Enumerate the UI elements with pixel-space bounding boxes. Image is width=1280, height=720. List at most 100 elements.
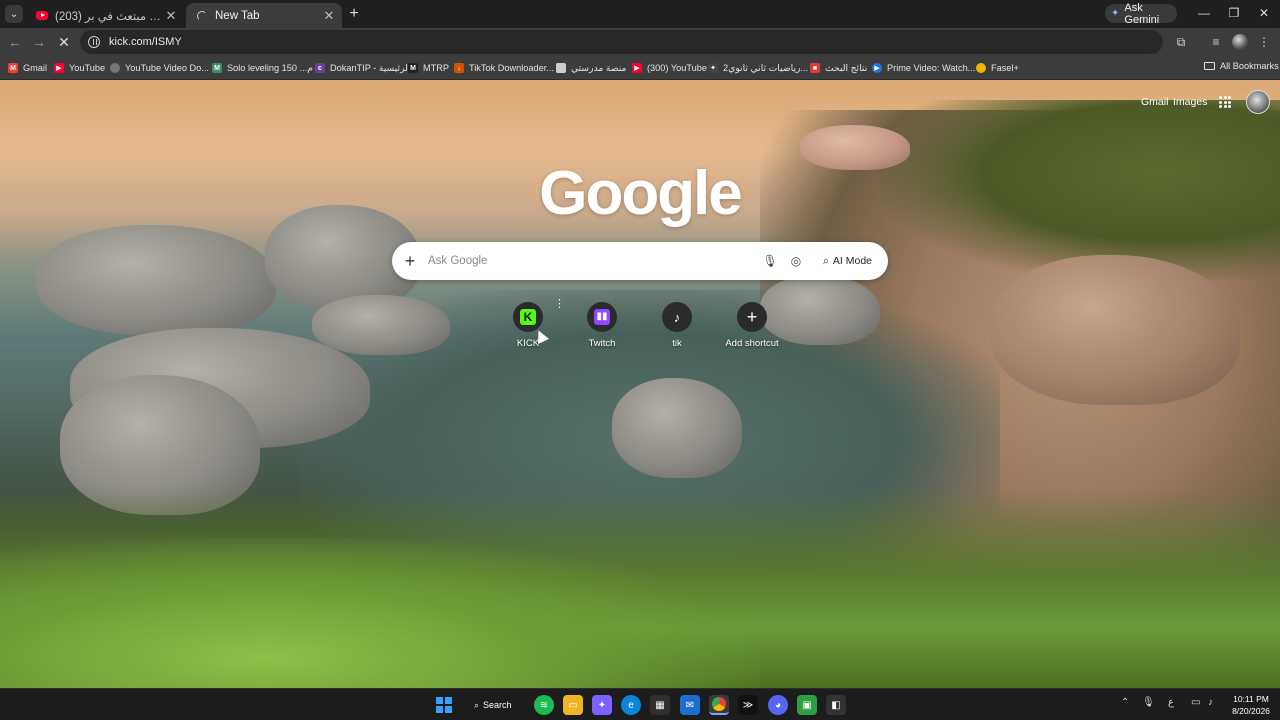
profile-avatar-button[interactable] [1232,34,1248,50]
tab-youtube-video[interactable]: (203) عشت كطالب مبتعث في بر ✕ [26,3,184,28]
chevron-up-icon[interactable]: ⌃ [1121,697,1129,708]
shortcut-tile: ▮▮ [587,302,617,332]
search-input[interactable] [428,255,757,267]
edge-icon[interactable]: e [621,695,641,715]
tab-strip: ⌄ (203) عشت كطالب مبتعث في بر ✕ New Tab … [0,0,1280,28]
forward-button[interactable]: → [30,33,48,51]
new-tab-button[interactable]: + [345,5,363,23]
tab-title: New Tab [215,9,260,22]
puzzle-icon: ⧉ [1176,35,1186,49]
bookmark-math[interactable]: ✦ رياضيات ثاني ثانوي2... [708,61,808,75]
plus-icon: + [349,5,359,22]
shortcut-tile: ♪ [662,302,692,332]
google-lens-icon[interactable]: ◎ [783,254,809,268]
background-rock [36,225,276,335]
bookmark-fasel[interactable]: Fasel+ [976,61,1019,75]
background-grass [0,538,760,688]
close-window-button[interactable]: ✕ [1253,4,1275,22]
google-apps-icon[interactable] [1219,96,1231,108]
volume-icon[interactable]: ♪ [1208,697,1213,708]
app-icon[interactable]: ◧ [826,695,846,715]
search-box[interactable]: + 🎙 ◎ ⌕ AI Mode [392,242,888,280]
clock-date: 8/20/2026 [1232,706,1270,716]
address-bar[interactable]: kick.com/ISMY [80,30,1163,54]
bookmark-search-results[interactable]: ■ نتائج البحث [810,61,867,75]
twitch-icon: ▮▮ [594,309,610,325]
taskbar-search-label: Search [483,700,512,710]
spotify-icon[interactable]: ≋ [534,695,554,715]
bookmark-gmail[interactable]: M Gmail [8,61,47,75]
stop-loading-button[interactable]: ✕ [55,33,73,51]
microphone-icon[interactable]: 🎙 [757,254,783,268]
file-explorer-icon[interactable]: ▭ [563,695,583,715]
shortcut-tik[interactable]: ♪ tik [637,302,717,349]
clock-time: 10:11 PM [1233,694,1269,704]
background-vegetation [880,100,1280,280]
youtube-icon: ▶ [54,63,64,73]
network-icon[interactable]: ▭ [1191,697,1200,708]
tiktok-icon: ♪ [673,309,681,325]
background-rock [990,255,1240,405]
bookmark-mtrp[interactable]: M MTRP [408,61,449,75]
bookmark-label: YouTube [69,63,106,73]
bookmark-tiktok-downloader[interactable]: ↓ TikTok Downloader... [454,61,554,75]
close-icon[interactable]: ✕ [322,8,336,24]
app-icon[interactable]: ▣ [797,695,817,715]
microsoft-store-icon[interactable]: ▦ [650,695,670,715]
all-bookmarks-label: All Bookmarks [1220,61,1279,71]
bookmark-youtube-video-downloader[interactable]: YouTube Video Do... [110,61,209,75]
ai-mode-button[interactable]: ⌕ AI Mode [815,249,880,273]
bookmarks-bar: M Gmail ▶ YouTube YouTube Video Do... M … [0,56,1280,80]
media-controls-button[interactable]: ≡ [1208,34,1224,50]
back-button[interactable]: ← [6,33,24,51]
shortcut-add[interactable]: + Add shortcut [712,302,792,349]
bookmark-solo-leveling[interactable]: M Solo leveling 150 ...م [212,61,313,75]
copilot-icon[interactable]: ✦ [592,695,612,715]
close-icon[interactable]: ✕ [164,8,178,24]
outlook-icon[interactable]: ✉ [680,695,700,715]
start-button[interactable] [434,695,454,715]
results-icon: ■ [810,63,820,73]
spark-icon: ✦ [708,63,718,73]
bookmark-label: TikTok Downloader... [469,63,554,73]
bookmark-dokantip[interactable]: c DokanTIP - الرئيسية [315,61,411,75]
system-clock[interactable]: 10:11 PM 8/20/2026 [1226,693,1276,717]
background-rock [800,125,910,170]
bookmark-prime-video[interactable]: ▶ Prime Video: Watch... [872,61,975,75]
minimize-button[interactable]: — [1193,4,1215,22]
bookmark-label: Prime Video: Watch... [887,63,976,73]
ask-gemini-label: Ask Gemini [1124,1,1160,26]
chrome-menu-button[interactable]: ⋮ [1256,34,1272,50]
media-queue-icon: ≡ [1212,35,1220,49]
restore-button[interactable]: ❐ [1223,4,1245,22]
prime-icon: ▶ [872,63,882,73]
tab-new-tab[interactable]: New Tab ✕ [186,3,342,28]
images-link[interactable]: Images [1173,96,1207,108]
shortcut-twitch[interactable]: ▮▮ Twitch [562,302,642,349]
bookmark-youtube-300[interactable]: ▶ (300) YouTube [632,61,707,75]
more-vertical-icon: ⋮ [1258,35,1270,49]
manga-icon: M [212,63,222,73]
site-info-icon[interactable] [88,36,100,48]
bookmark-madrasati[interactable]: منصة مدرستي [556,61,626,75]
taskbar-search-button[interactable]: ⌕ Search [466,695,524,715]
background-rock [312,295,450,355]
tab-search-button[interactable]: ⌄ [5,5,23,23]
terminal-icon[interactable]: ≫ [738,695,758,715]
ai-mode-label: AI Mode [832,255,872,267]
google-account-avatar[interactable] [1246,90,1270,114]
microphone-icon[interactable]: 🎙 [1142,697,1155,708]
extensions-button[interactable]: ⧉ [1173,34,1189,50]
ask-gemini-button[interactable]: ✦ Ask Gemini [1105,1,1177,26]
plus-icon[interactable]: + [392,251,428,272]
gmail-link[interactable]: Gmail [1141,96,1168,108]
input-language-indicator[interactable]: ع [1168,697,1174,708]
all-bookmarks-button[interactable]: All Bookmarks [1204,61,1279,71]
background-rock [612,378,742,478]
discord-icon[interactable]: ◕ [768,695,788,715]
bookmark-youtube[interactable]: ▶ YouTube [54,61,105,75]
school-icon [556,63,566,73]
windows-taskbar: ⌕ Search ≋ ▭ ✦ e ▦ ✉ ≫ ◕ ▣ ◧ ⌃ 🎙 ع ▭ ♪ 1… [0,688,1280,720]
shortcut-tile: + [737,302,767,332]
chrome-icon[interactable] [709,695,729,715]
